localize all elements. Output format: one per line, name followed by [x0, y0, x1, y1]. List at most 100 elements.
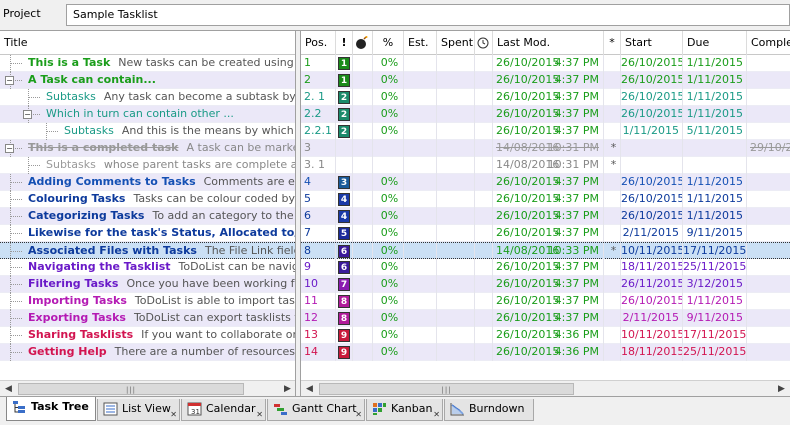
- collapse-toggle-icon[interactable]: −: [23, 110, 32, 119]
- columns-hscrollbar[interactable]: ◀ ||| ▶: [301, 380, 790, 397]
- task-title-cell[interactable]: This is a Task New tasks can be created u…: [28, 55, 295, 72]
- task-row[interactable]: 11 8 0% 26/10/2015 4:37 PM 26/10/2015 1/11/201…: [301, 293, 790, 310]
- pos-cell[interactable]: 3. 1: [301, 157, 336, 174]
- spent-cell[interactable]: [437, 225, 475, 242]
- task-title-cell[interactable]: Filtering Tasks Once you have been workin…: [28, 276, 295, 293]
- lastmod-cell[interactable]: 26/10/2015 4:37 PM: [493, 106, 604, 123]
- start-cell[interactable]: 26/10/2015: [621, 89, 683, 106]
- due-cell[interactable]: 1/11/2015: [683, 55, 747, 72]
- task-title-cell[interactable]: Getting Help There are a number of resour…: [28, 344, 295, 361]
- column-header-star[interactable]: *: [604, 31, 621, 55]
- pos-cell[interactable]: 1: [301, 55, 336, 72]
- est-cell[interactable]: [404, 276, 437, 293]
- time-cell[interactable]: [475, 106, 493, 123]
- due-cell[interactable]: 1/11/2015: [683, 208, 747, 225]
- complete-cell[interactable]: 29/10/20: [747, 140, 790, 157]
- lastmod-cell[interactable]: 26/10/2015 4:37 PM: [493, 225, 604, 242]
- collapse-toggle-icon[interactable]: −: [5, 76, 14, 85]
- scroll-right-arrow-icon[interactable]: ▶: [773, 381, 790, 397]
- spent-cell[interactable]: [437, 310, 475, 327]
- task-row[interactable]: Colouring Tasks Tasks can be colour coded…: [0, 191, 295, 208]
- spent-cell[interactable]: [437, 140, 475, 157]
- task-row[interactable]: 9 6 0% 26/10/2015 4:37 PM 18/11/2015 25/11/201…: [301, 259, 790, 276]
- due-cell[interactable]: 17/11/2015: [683, 327, 747, 344]
- priority-cell[interactable]: 9: [336, 327, 353, 344]
- pos-cell[interactable]: 2: [301, 72, 336, 89]
- task-title-cell[interactable]: Colouring Tasks Tasks can be colour coded…: [28, 191, 295, 208]
- est-cell[interactable]: [404, 293, 437, 310]
- task-row[interactable]: 8 6 0% 14/08/2016 10:33 PM * 10/11/2015 17/11/2…: [301, 242, 790, 260]
- star-cell[interactable]: [604, 225, 621, 242]
- title-hscrollbar[interactable]: ◀ ||| ▶: [0, 380, 295, 397]
- spent-cell[interactable]: [437, 243, 475, 260]
- complete-cell[interactable]: [747, 191, 790, 208]
- task-row[interactable]: 2. 1 2 0% 26/10/2015 4:37 PM 26/10/2015 1/11/2…: [301, 89, 790, 106]
- risk-cell[interactable]: [353, 174, 373, 191]
- task-row[interactable]: Importing Tasks ToDoList is able to impor…: [0, 293, 295, 310]
- task-row[interactable]: 3 14/08/201610:31 PM* 29/10/20: [301, 140, 790, 157]
- column-header-due[interactable]: Due: [683, 31, 747, 55]
- spent-cell[interactable]: [437, 89, 475, 106]
- time-cell[interactable]: [475, 344, 493, 361]
- task-row[interactable]: Subtasks whose parent tasks are complete …: [0, 157, 295, 174]
- time-cell[interactable]: [475, 243, 493, 260]
- risk-cell[interactable]: [353, 89, 373, 106]
- due-cell[interactable]: 5/11/2015: [683, 123, 747, 140]
- task-row[interactable]: − A Task can contain...: [0, 72, 295, 89]
- percent-cell[interactable]: 0%: [373, 72, 404, 89]
- start-cell[interactable]: 26/10/2015: [621, 208, 683, 225]
- start-cell[interactable]: 2/11/2015: [621, 310, 683, 327]
- percent-cell[interactable]: 0%: [373, 344, 404, 361]
- due-cell[interactable]: 25/11/2015: [683, 344, 747, 361]
- column-header-lastmod[interactable]: Last Mod.: [493, 31, 604, 55]
- pos-cell[interactable]: 14: [301, 344, 336, 361]
- time-cell[interactable]: [475, 140, 493, 157]
- due-cell[interactable]: 1/11/2015: [683, 174, 747, 191]
- due-cell[interactable]: 1/11/2015: [683, 72, 747, 89]
- task-row[interactable]: Likewise for the task's Status, Allocate…: [0, 225, 295, 242]
- risk-cell[interactable]: [353, 259, 373, 276]
- time-cell[interactable]: [475, 72, 493, 89]
- start-cell[interactable]: [621, 140, 683, 157]
- start-cell[interactable]: 26/10/2015: [621, 191, 683, 208]
- risk-cell[interactable]: [353, 310, 373, 327]
- task-row[interactable]: Categorizing Tasks To add an category to …: [0, 208, 295, 225]
- task-row[interactable]: 6 4 0% 26/10/2015 4:37 PM 26/10/2015 1/11/2015: [301, 208, 790, 225]
- column-header-pos[interactable]: Pos.: [301, 31, 336, 55]
- column-header-complete[interactable]: Complet: [747, 31, 790, 55]
- time-cell[interactable]: [475, 191, 493, 208]
- lastmod-cell[interactable]: 26/10/2015 4:37 PM: [493, 293, 604, 310]
- lastmod-cell[interactable]: 14/08/2016 10:31 PM: [493, 157, 604, 174]
- start-cell[interactable]: 26/10/2015: [621, 106, 683, 123]
- due-cell[interactable]: [683, 140, 747, 157]
- star-cell[interactable]: *: [604, 243, 621, 260]
- est-cell[interactable]: [404, 208, 437, 225]
- complete-cell[interactable]: [747, 89, 790, 106]
- priority-cell[interactable]: 6: [336, 259, 353, 276]
- spent-cell[interactable]: [437, 327, 475, 344]
- priority-cell[interactable]: 7: [336, 276, 353, 293]
- lastmod-cell[interactable]: 26/10/2015 4:37 PM: [493, 276, 604, 293]
- pos-cell[interactable]: 6: [301, 208, 336, 225]
- star-cell[interactable]: [604, 123, 621, 140]
- pos-cell[interactable]: 8: [301, 243, 336, 260]
- complete-cell[interactable]: [747, 310, 790, 327]
- star-cell[interactable]: [604, 106, 621, 123]
- spent-cell[interactable]: [437, 191, 475, 208]
- est-cell[interactable]: [404, 157, 437, 174]
- lastmod-cell[interactable]: 26/10/2015 4:37 PM: [493, 174, 604, 191]
- due-cell[interactable]: 1/11/2015: [683, 106, 747, 123]
- column-header-start[interactable]: Start: [621, 31, 683, 55]
- start-cell[interactable]: 26/10/2015: [621, 72, 683, 89]
- risk-cell[interactable]: [353, 191, 373, 208]
- star-cell[interactable]: [604, 174, 621, 191]
- priority-cell[interactable]: 6: [336, 243, 353, 260]
- spent-cell[interactable]: [437, 293, 475, 310]
- priority-cell[interactable]: [336, 140, 353, 157]
- priority-cell[interactable]: 2: [336, 106, 353, 123]
- risk-cell[interactable]: [353, 327, 373, 344]
- time-cell[interactable]: [475, 310, 493, 327]
- tab-task-tree[interactable]: Task Tree: [6, 397, 96, 421]
- due-cell[interactable]: 1/11/2015: [683, 293, 747, 310]
- start-cell[interactable]: 26/10/2015: [621, 174, 683, 191]
